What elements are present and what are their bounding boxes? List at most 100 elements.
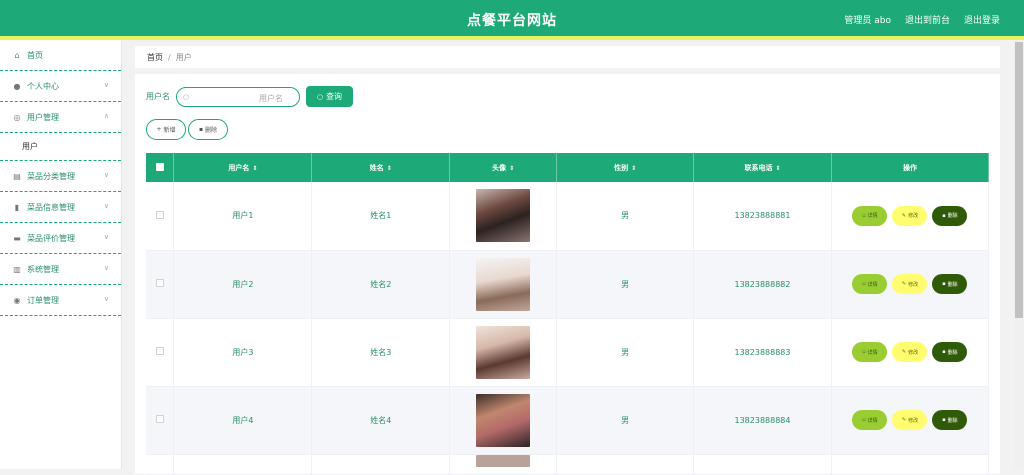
delete-button[interactable]: ▪ 删除 [932, 342, 968, 362]
column-header-gender[interactable]: 性别 ⇕ [556, 153, 695, 182]
sort-icon[interactable]: ⇕ [775, 165, 780, 172]
search-bar: 用户名 ○ 用户名 ○ 查询 [146, 86, 353, 107]
detail-label: 详情 [867, 349, 878, 356]
column-header-label: 联系电话 [744, 163, 773, 172]
sort-icon[interactable]: ⇕ [631, 165, 636, 172]
scrollbar-thumb[interactable] [1015, 42, 1023, 318]
cell-phone: 13823888882 [693, 250, 832, 319]
detail-button[interactable]: ▫ 详情 [852, 205, 888, 226]
select-all-checkbox[interactable] [155, 162, 164, 171]
column-header-phone[interactable]: 联系电话 ⇕ [693, 153, 832, 182]
detail-icon: ▫ [862, 212, 866, 219]
chart-icon: ▥ [13, 264, 21, 274]
sidebar-item-label: 用户管理 [27, 112, 59, 122]
sidebar-item-label: 订单管理 [27, 295, 59, 305]
detail-label: 详情 [867, 417, 878, 424]
document-icon: ▮ [14, 202, 20, 212]
edit-label: 修改 [908, 417, 919, 424]
delete-label: 删除 [947, 349, 958, 356]
row-checkbox[interactable] [155, 279, 164, 287]
category-icon: ▤ [13, 171, 21, 181]
plus-icon: + [156, 126, 162, 133]
sidebar-item-label: 个人中心 [27, 81, 59, 91]
add-button[interactable]: + 新增 [146, 119, 186, 140]
column-header-avatar: 头像 ⇕ [449, 153, 558, 182]
logout-link[interactable]: 退出登录 [964, 13, 1000, 26]
table-row: 用户2 姓名2 男 13823888882 ▫ 详情 ✎ 修改 ▪ 删除 [146, 250, 990, 319]
delete-label: 删除 [947, 417, 958, 424]
query-button[interactable]: ○ 查询 [306, 86, 353, 107]
admin-user-label: 管理员 abo [844, 16, 891, 26]
edit-label: 修改 [908, 349, 919, 356]
edit-button[interactable]: ✎ 修改 [892, 274, 928, 294]
sidebar-item-user-management[interactable]: ◎ 用户管理 ∧ [0, 102, 121, 133]
sidebar-item-label: 菜品分类管理 [27, 171, 75, 181]
sidebar-item-dish-review[interactable]: ▬ 菜品评价管理 ∨ [0, 223, 121, 254]
add-button-label: 新增 [163, 127, 176, 134]
delete-button[interactable]: ▪ 删除 [932, 274, 968, 294]
sidebar-item-label: 菜品评价管理 [27, 233, 75, 243]
column-header-username[interactable]: 用户名 ⇕ [173, 153, 313, 182]
delete-button[interactable]: ▪ 删除 [932, 410, 968, 430]
detail-label: 详情 [867, 213, 878, 220]
sidebar-item-orders[interactable]: ◉ 订单管理 ∨ [0, 285, 121, 316]
sidebar-subitem-users[interactable]: 用户 [0, 133, 121, 161]
sidebar-item-system[interactable]: ▥ 系统管理 ∨ [0, 254, 121, 285]
chevron-down-icon: ∨ [103, 202, 109, 210]
detail-button[interactable]: ▫ 详情 [852, 274, 888, 294]
breadcrumb-home[interactable]: 首页 [147, 52, 163, 63]
users-icon: ◎ [13, 112, 21, 122]
sidebar: ⌂ 首页 ● 个人中心 ∨ ◎ 用户管理 ∧ 用户 ▤ 菜品分类管理 ∨ ▮ 菜… [0, 40, 122, 469]
edit-button[interactable]: ✎ 修改 [892, 342, 928, 362]
edit-icon: ✎ [901, 349, 907, 355]
sidebar-item-home[interactable]: ⌂ 首页 [0, 40, 121, 71]
sort-icon[interactable]: ⇕ [509, 165, 514, 172]
search-icon: ○ [316, 92, 324, 101]
row-checkbox[interactable] [155, 415, 164, 423]
sidebar-item-label: 首页 [27, 50, 43, 60]
chevron-down-icon: ∨ [103, 233, 109, 241]
batch-delete-button[interactable]: ▪ 删除 [188, 119, 228, 140]
edit-button[interactable]: ✎ 修改 [892, 410, 928, 430]
sidebar-item-label: 系统管理 [27, 264, 59, 274]
sidebar-item-dish-category[interactable]: ▤ 菜品分类管理 ∨ [0, 161, 121, 192]
trash-icon: ▪ [942, 349, 946, 355]
cell-phone: 13823888881 [693, 182, 832, 251]
cell-username: 用户1 [173, 182, 313, 251]
select-all-cell[interactable] [146, 153, 175, 182]
trash-icon: ▪ [942, 281, 946, 287]
row-checkbox[interactable] [155, 347, 164, 355]
avatar [476, 454, 531, 467]
user-icon: ● [13, 81, 21, 91]
cell-phone: 13823888883 [693, 318, 832, 387]
avatar [476, 257, 531, 311]
sidebar-item-dish-info[interactable]: ▮ 菜品信息管理 ∨ [0, 192, 121, 223]
search-input[interactable]: ○ 用户名 [176, 86, 300, 107]
detail-icon: ▫ [862, 417, 866, 423]
home-icon: ⌂ [14, 50, 20, 60]
breadcrumb-current: 用户 [175, 52, 192, 62]
table-row: 用户1 姓名1 男 13823888881 ▫ 详情 ✎ 修改 ▪ 删除 [146, 182, 990, 251]
edit-icon: ✎ [901, 281, 907, 287]
cell-name: 姓名3 [311, 318, 451, 387]
trash-icon: ▪ [942, 417, 946, 423]
detail-button[interactable]: ▫ 详情 [852, 342, 888, 362]
column-header-name[interactable]: 姓名 ⇕ [311, 153, 451, 182]
column-header-label: 操作 [902, 163, 917, 172]
cell-username: 用户2 [173, 250, 313, 319]
delete-label: 删除 [947, 213, 958, 220]
edit-button[interactable]: ✎ 修改 [892, 205, 928, 226]
column-header-label: 姓名 [369, 163, 384, 172]
query-button-label: 查询 [326, 92, 343, 101]
delete-button[interactable]: ▪ 删除 [932, 205, 968, 226]
sort-icon[interactable]: ⇕ [387, 165, 392, 172]
action-buttons: + 新增 ▪ 删除 [146, 119, 228, 140]
back-to-front-link[interactable]: 退出到前台 [905, 13, 950, 26]
edit-icon: ✎ [901, 212, 907, 219]
row-checkbox[interactable] [155, 210, 164, 219]
cell-name: 姓名2 [311, 250, 451, 319]
sort-icon[interactable]: ⇕ [252, 165, 257, 172]
sidebar-item-profile[interactable]: ● 个人中心 ∨ [0, 71, 121, 102]
detail-button[interactable]: ▫ 详情 [852, 410, 888, 430]
cell-gender: 男 [556, 182, 695, 251]
